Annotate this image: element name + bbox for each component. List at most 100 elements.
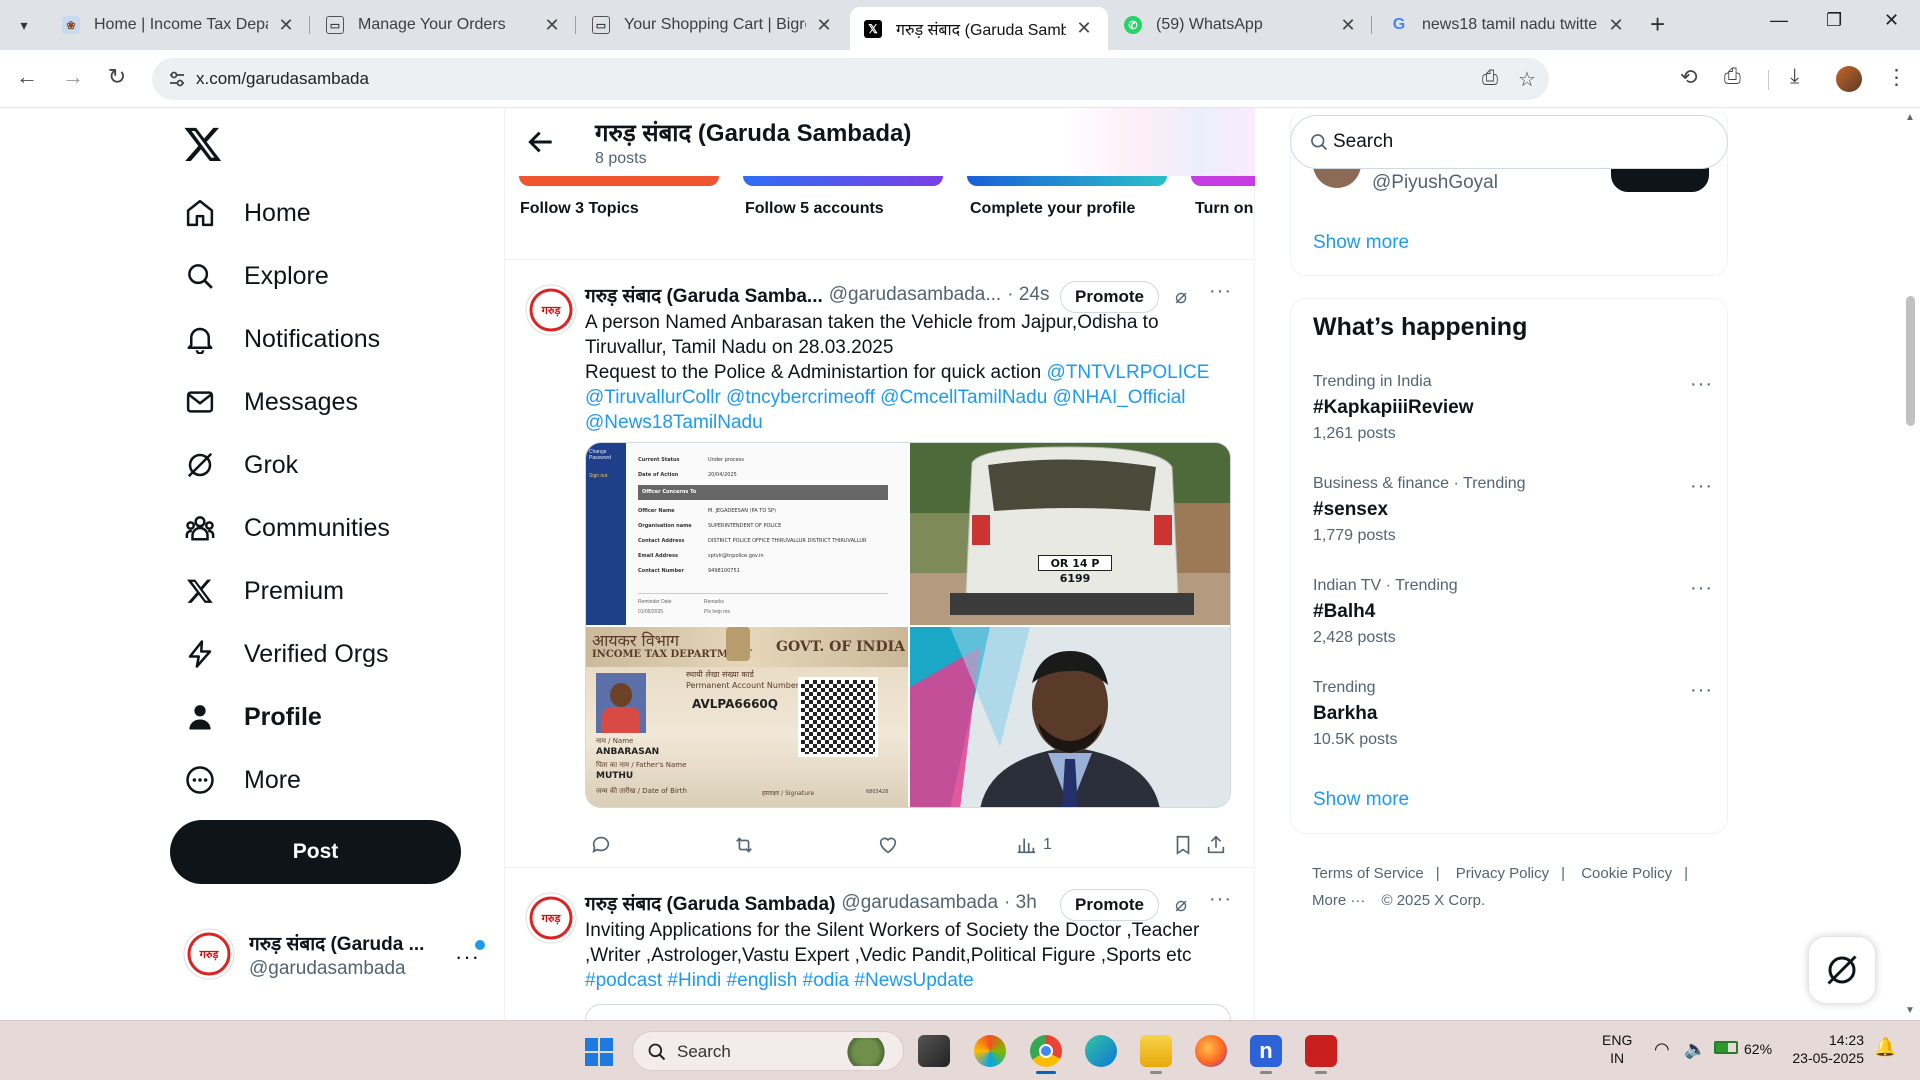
tab-income-tax[interactable]: ❀ Home | Income Tax Depart ✕ [48,7,310,43]
page-scrollbar[interactable]: ▲ ▼ [1900,108,1920,1020]
show-more-link[interactable]: Show more [1313,789,1409,811]
copilot-icon[interactable] [974,1035,1006,1067]
promote-button[interactable]: Promote [1060,281,1159,313]
close-tab-icon[interactable]: ✕ [1074,18,1094,39]
close-tab-icon[interactable]: ✕ [1338,15,1358,36]
hashtag-link[interactable]: #podcast [585,970,662,991]
hashtag-link[interactable]: #Hindi [667,970,721,991]
address-bar[interactable]: x.com/garudasambada ⎙ ☆ [152,58,1549,100]
repost-button[interactable] [733,830,755,860]
tweet[interactable]: गरुड़ गरुड़ संबाद (Garuda Sambada) @garu… [505,868,1255,1020]
close-tab-icon[interactable]: ✕ [1606,15,1626,36]
close-tab-icon[interactable]: ✕ [542,15,562,36]
scroll-down-icon[interactable]: ▼ [1905,1005,1915,1016]
notification-bell-icon[interactable]: 🔔 [1874,1037,1896,1058]
history-icon[interactable]: ⟲ [1680,65,1698,90]
scrollbar-thumb[interactable] [1906,296,1915,426]
tweet[interactable]: गरुड़ गरुड़ संबाद (Garuda Samba... @garu… [505,260,1255,868]
more-options-icon[interactable]: ··· [1209,888,1232,911]
footer-more-link[interactable]: More ··· [1312,892,1365,909]
show-more-link[interactable]: Show more [1313,232,1409,254]
taskbar-search[interactable]: Search [632,1031,904,1071]
media-pan-card[interactable]: आयकर विभाग INCOME TAX DEPARTMENT GOVT. O… [586,627,908,807]
wifi-icon[interactable]: ◠ [1654,1039,1670,1060]
acrobat-icon[interactable] [1305,1035,1337,1074]
more-options-icon[interactable]: ··· [1690,679,1713,702]
search-input[interactable]: Search [1290,115,1728,169]
mention-link[interactable]: @News18TamilNadu [585,412,763,433]
close-tab-icon[interactable]: ✕ [276,15,296,36]
battery-icon[interactable] [1714,1041,1738,1054]
onboard-follow-topics[interactable]: Follow 3 Topics [520,200,639,218]
print-icon[interactable]: ⎙ [1724,65,1741,89]
install-app-icon[interactable]: ⎙ [1482,67,1498,90]
privacy-link[interactable]: Privacy Policy [1456,865,1549,882]
tweet-media-grid[interactable]: Change Password Sign out Current Status U… [585,442,1231,808]
suggested-handle[interactable]: @PiyushGoyal [1372,172,1498,194]
nav-communities[interactable]: Communities [184,503,390,553]
tab-cart[interactable]: ▭ Your Shopping Cart | Bigro ✕ [578,7,848,43]
tweet-author-handle[interactable]: @garudasambada... [829,284,1001,306]
url-text[interactable]: x.com/garudasambada [196,69,369,89]
tab-whatsapp[interactable]: ✆ (59) WhatsApp ✕ [1110,7,1372,43]
mention-link[interactable]: @NHAI_Official [1053,387,1186,408]
nav-messages[interactable]: Messages [184,377,358,427]
chrome-icon[interactable] [1030,1035,1062,1074]
nav-premium[interactable]: Premium [184,566,344,616]
nav-verified-orgs[interactable]: Verified Orgs [184,629,389,679]
edge-icon[interactable] [1085,1035,1117,1067]
mention-link[interactable]: @TNTVLRPOLICE [1047,362,1210,383]
views-button[interactable]: 1 [1015,830,1052,860]
tweet-author-name[interactable]: गरुड़ संबाद (Garuda Samba... [585,282,823,308]
tab-search-dropdown[interactable]: ▾ [8,10,40,40]
nav-notifications[interactable]: Notifications [184,314,380,364]
reload-icon[interactable]: ↻ [102,64,132,90]
more-options-icon[interactable]: ··· [1690,373,1713,396]
new-tab-icon[interactable]: + [1650,11,1665,37]
back-arrow-icon[interactable] [525,126,557,158]
more-options-icon[interactable]: ··· [1209,280,1232,303]
tab-orders[interactable]: ▭ Manage Your Orders ✕ [312,7,576,43]
grok-icon[interactable]: ⌀ [1175,892,1187,917]
terms-link[interactable]: Terms of Service [1312,865,1424,882]
tweet-author-name[interactable]: गरुड़ संबाद (Garuda Sambada) [585,890,835,916]
media-document-screenshot[interactable]: Change Password Sign out Current Status U… [586,443,908,625]
x-logo-icon[interactable] [183,124,223,164]
promote-button[interactable]: Promote [1060,889,1159,921]
download-icon[interactable]: ⤓ [1790,65,1799,89]
back-icon[interactable]: ← [12,64,42,90]
windows-start-icon[interactable] [584,1037,614,1067]
hashtag-link[interactable]: #NewsUpdate [854,970,973,991]
volume-icon[interactable]: 🔈 [1684,1039,1706,1060]
media-vehicle-photo[interactable]: OR 14 P 6199 [910,443,1230,625]
nav-more[interactable]: More [184,755,301,805]
trend-item[interactable]: Trending in India #KapkapiiiReview 1,261… [1313,373,1713,443]
nav-grok[interactable]: Grok [184,440,298,490]
garuda-avatar[interactable]: गरुड़ [525,284,577,336]
tab-google-search[interactable]: G news18 tamil nadu twitter ✕ [1376,7,1640,43]
tab-garuda-sambada[interactable]: 𝕏 गरुड़ संबाद (Garuda Samba ✕ [850,7,1108,50]
account-switcher[interactable]: गरुड़ गरुड़ संबाद (Garuda ... @garudasam… [183,928,485,998]
task-view-icon[interactable] [918,1035,950,1067]
reply-button[interactable] [590,830,612,860]
onboard-complete-profile[interactable]: Complete your profile [970,200,1135,218]
restore-icon[interactable]: ❐ [1826,10,1842,31]
clock[interactable]: 14:23 23-05-2025 [1784,1031,1864,1067]
firefox-icon[interactable] [1195,1035,1227,1067]
garuda-avatar[interactable]: गरुड़ [525,892,577,944]
minimize-icon[interactable]: — [1770,10,1788,31]
nav-home[interactable]: Home [184,188,311,238]
like-button[interactable] [877,830,899,860]
notion-app-icon[interactable]: n [1250,1035,1282,1074]
more-options-icon[interactable]: ··· [1690,475,1713,498]
media-portrait-photo[interactable] [910,627,1230,807]
more-options-icon[interactable]: ··· [1690,577,1713,600]
browser-profile-avatar[interactable] [1836,66,1862,92]
site-settings-icon[interactable] [166,68,188,90]
scroll-up-icon[interactable]: ▲ [1905,112,1915,123]
grok-icon[interactable]: ⌀ [1175,284,1187,309]
language-indicator[interactable]: ENG IN [1602,1031,1632,1067]
post-button[interactable]: Post [170,820,461,884]
close-tab-icon[interactable]: ✕ [814,15,834,36]
close-window-icon[interactable]: ✕ [1884,10,1899,31]
